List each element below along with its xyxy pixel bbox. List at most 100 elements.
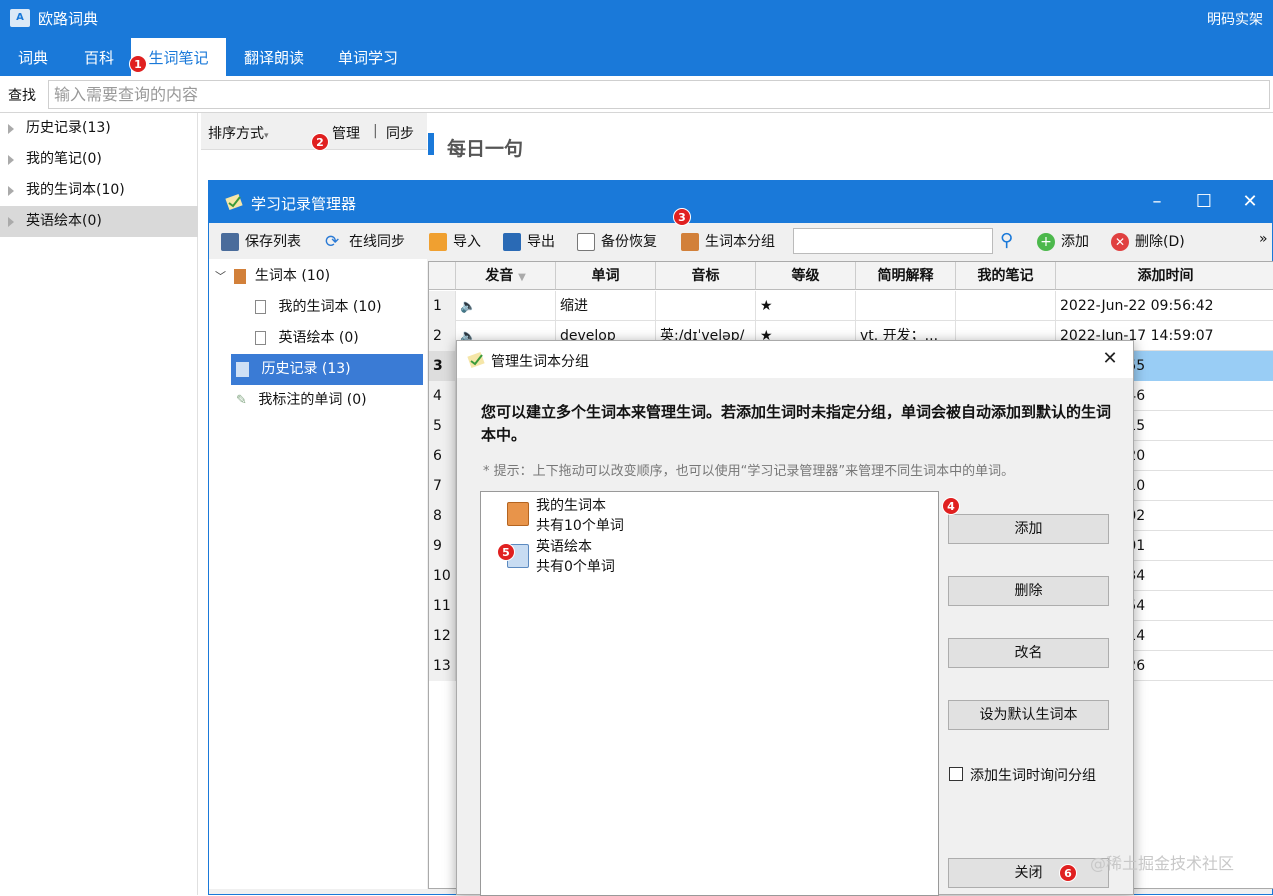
- set-default-book-button[interactable]: 设为默认生词本: [948, 700, 1109, 730]
- expand-arrow-icon: [8, 186, 14, 196]
- dialog-titlebar: 管理生词本分组 ✕: [457, 341, 1133, 378]
- search-icon[interactable]: ⚲: [1000, 230, 1013, 251]
- ask-group-checkbox[interactable]: [949, 767, 963, 781]
- close-dialog-button[interactable]: 关闭: [948, 858, 1109, 888]
- search-label: 查找: [8, 88, 36, 104]
- table-cell: 5: [429, 411, 456, 441]
- table-row[interactable]: 1 🔈 缩进 ★ 2022-Jun-22 09:56:42: [429, 291, 1273, 321]
- daily-accent-bar: [428, 133, 434, 155]
- vocab-group-button[interactable]: 生词本分组: [681, 231, 775, 253]
- tree-label: 我标注的单词 (0): [258, 392, 367, 408]
- search-input[interactable]: 输入需要查询的内容: [48, 80, 1270, 109]
- app-title: 欧路词典: [38, 10, 99, 28]
- table-cell: 13: [429, 651, 456, 681]
- clipboard-icon: [577, 233, 595, 251]
- table-cell: [656, 291, 756, 321]
- left-nav-notes[interactable]: 我的笔记(0): [0, 144, 198, 175]
- table-cell: 2: [429, 321, 456, 351]
- rename-book-button[interactable]: 改名: [948, 638, 1109, 668]
- table-cell: 11: [429, 591, 456, 621]
- online-sync-button[interactable]: ⟳ 在线同步: [325, 231, 405, 253]
- tab-vocab-notes[interactable]: 生词笔记: [131, 38, 226, 76]
- add-button[interactable]: + 添加: [1037, 231, 1089, 253]
- manager-search-input[interactable]: [793, 228, 993, 254]
- sync-link[interactable]: 同步: [386, 123, 414, 143]
- left-nav-picture-book[interactable]: 英语绘本(0): [0, 206, 198, 237]
- manage-link[interactable]: 管理: [332, 123, 360, 143]
- toolbar-label: 保存列表: [245, 234, 301, 250]
- table-cell: 1: [429, 291, 456, 321]
- tab-encyclopedia[interactable]: 百科: [74, 38, 124, 76]
- table-cell: 12: [429, 621, 456, 651]
- book-icon: [507, 502, 529, 526]
- watermark: @稀土掘金技术社区: [1090, 854, 1235, 873]
- dialog-description: 您可以建立多个生词本来管理生词。若添加生词时未指定分组，单词会被自动添加到默认的…: [481, 403, 1112, 444]
- column-header-added-time[interactable]: 添加时间: [1056, 262, 1273, 290]
- book-name: 英语绘本: [536, 539, 592, 555]
- toolbar-label: 导出: [527, 234, 555, 250]
- close-button[interactable]: ✕: [1227, 181, 1273, 223]
- backup-restore-button[interactable]: 备份恢复: [577, 231, 657, 253]
- annotation-badge: 2: [311, 133, 329, 151]
- dropdown-arrow-icon: ▾: [264, 131, 269, 141]
- column-header-phonetic[interactable]: 音标: [656, 262, 756, 290]
- more-tools-chevron-icon[interactable]: »: [1259, 231, 1268, 247]
- export-button[interactable]: 导出: [503, 231, 555, 253]
- tree-item-picture-book[interactable]: 英语绘本 (0): [255, 323, 421, 354]
- left-nav: 历史记录(13) 我的笔记(0) 我的生词本(10) 英语绘本(0): [0, 113, 198, 895]
- dialog-app-icon: [467, 351, 485, 369]
- table-cell: ★: [756, 291, 856, 321]
- toolbar-label: 备份恢复: [601, 234, 657, 250]
- tree-item-my-vocab[interactable]: 我的生词本 (10): [255, 292, 421, 323]
- row-number-header: [429, 262, 456, 290]
- manager-toolbar: 保存列表 ⟳ 在线同步 导入 导出 备份恢复 生词本分组 ⚲ + 添加 ✕ 删除…: [209, 223, 1272, 259]
- column-label: 发音: [485, 268, 514, 284]
- dialog-close-icon[interactable]: ✕: [1095, 345, 1125, 373]
- column-header-level[interactable]: 等级: [756, 262, 856, 290]
- search-bar: 查找 输入需要查询的内容: [0, 76, 1273, 113]
- add-icon: +: [1037, 233, 1055, 251]
- table-cell: 缩进: [556, 291, 656, 321]
- export-icon: [503, 233, 521, 251]
- vocab-book-item[interactable]: 英语绘本 共有0个单词: [481, 534, 938, 576]
- book-count: 共有10个单词: [536, 518, 624, 534]
- minimize-button[interactable]: –: [1134, 181, 1180, 223]
- save-list-button[interactable]: 保存列表: [221, 231, 301, 253]
- left-nav-vocab[interactable]: 我的生词本(10): [0, 175, 198, 206]
- maximize-button[interactable]: ☐: [1181, 181, 1227, 223]
- sort-dropdown[interactable]: 排序方式▾: [208, 123, 269, 143]
- manager-title: 学习记录管理器: [251, 195, 357, 213]
- pen-icon: ✎: [236, 393, 247, 408]
- tab-word-study[interactable]: 单词学习: [325, 38, 411, 76]
- column-header-pronunciation[interactable]: 发音 ▼: [456, 262, 556, 290]
- table-cell: 8: [429, 501, 456, 531]
- toolbar-label: 添加: [1061, 234, 1089, 250]
- column-header-definition[interactable]: 简明解释: [856, 262, 956, 290]
- table-cell: [856, 291, 956, 321]
- toolbar-label: 导入: [453, 234, 481, 250]
- left-nav-label: 我的生词本(10): [26, 182, 125, 198]
- tree-item-vocab[interactable]: ﹀ 生词本 (10): [215, 261, 421, 292]
- save-icon: [221, 233, 239, 251]
- tree-label: 生词本 (10): [254, 268, 331, 284]
- tab-dictionary[interactable]: 词典: [8, 38, 58, 76]
- sort-arrow-icon: ▼: [518, 272, 526, 283]
- tree-item-marked-words[interactable]: ✎ 我标注的单词 (0): [236, 385, 422, 416]
- manager-titlebar: 学习记录管理器 – ☐ ✕: [209, 181, 1273, 223]
- import-button[interactable]: 导入: [429, 231, 481, 253]
- delete-book-button[interactable]: 删除: [948, 576, 1109, 606]
- left-nav-label: 我的笔记(0): [26, 151, 102, 167]
- manager-app-icon: [225, 193, 243, 211]
- column-header-word[interactable]: 单词: [556, 262, 656, 290]
- toolbar-label: 生词本分组: [705, 234, 775, 250]
- left-nav-history[interactable]: 历史记录(13): [0, 113, 198, 144]
- tree-item-history[interactable]: 历史记录 (13): [231, 354, 423, 385]
- dialog-title: 管理生词本分组: [491, 354, 589, 370]
- column-header-notes[interactable]: 我的笔记: [956, 262, 1056, 290]
- add-book-button[interactable]: 添加: [948, 514, 1109, 544]
- delete-button[interactable]: ✕ 删除(D): [1111, 231, 1185, 253]
- table-cell: 4: [429, 381, 456, 411]
- vocab-book-item[interactable]: 我的生词本 共有10个单词: [481, 492, 938, 534]
- tree-label: 历史记录 (13): [261, 361, 351, 377]
- tab-translate[interactable]: 翻译朗读: [232, 38, 316, 76]
